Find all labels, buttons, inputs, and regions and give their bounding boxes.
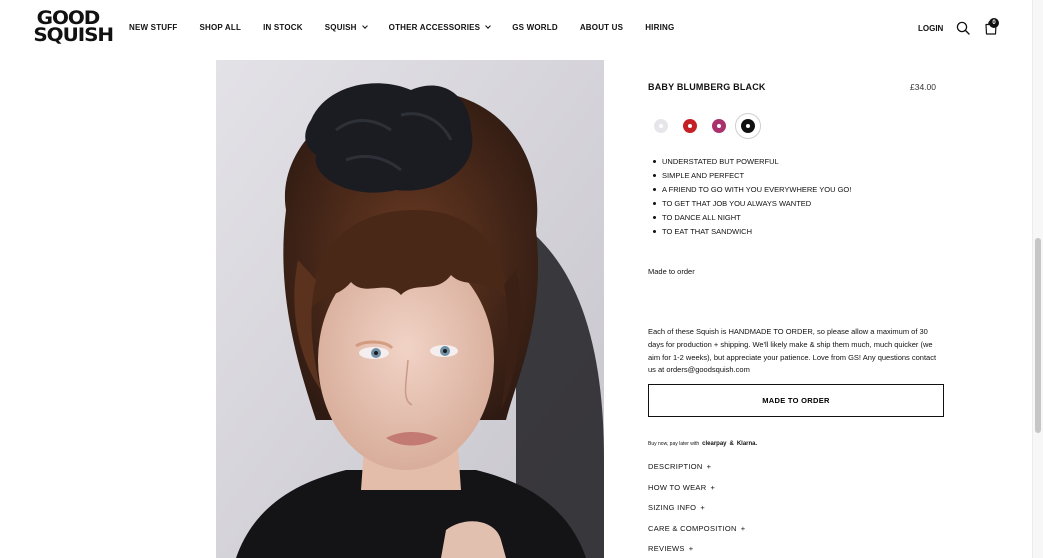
nav-label: GS WORLD [512,23,558,32]
nav-label: HIRING [645,23,675,32]
brand-logo[interactable]: GOOD SQUISH [33,9,114,46]
nav-item-about-us[interactable]: ABOUT US [580,23,623,32]
login-link[interactable]: LOGIN [918,24,943,33]
feature-list: UNDERSTATED BUT POWERFUL SIMPLE AND PERF… [652,155,851,239]
nav-label: IN STOCK [263,23,303,32]
feature-item: TO GET THAT JOB YOU ALWAYS WANTED [652,197,851,211]
logo-line-squish: SQUISH [33,24,114,46]
clearpay-logo: clearpay [702,441,727,447]
made-to-order-note: Made to order [648,267,695,276]
made-to-order-button[interactable]: MADE TO ORDER [648,384,944,417]
klarna-logo: Klarna. [736,441,758,447]
chevron-down-icon [485,23,492,29]
pay-later-info: Buy now, pay later with clearpay & Klarn… [648,441,757,447]
product-photo [216,60,604,558]
product-title: BABY BLUMBERG BLACK [648,82,766,92]
feature-item: UNDERSTATED BUT POWERFUL [652,155,851,169]
nav-label: ABOUT US [579,23,624,32]
feature-item: A FRIEND TO GO WITH YOU EVERYWHERE YOU G… [652,183,851,197]
nav-item-squish[interactable]: SQUISH [324,23,368,32]
nav-item-in-stock[interactable]: IN STOCK [263,23,303,32]
plus-icon: + [688,544,694,553]
feature-item: TO DANCE ALL NIGHT [652,211,851,225]
nav-item-shop-all[interactable]: SHOP ALL [199,23,241,32]
nav-label: NEW STUFF [129,23,178,32]
accordion-description[interactable]: DESCRIPTION + [648,462,745,483]
main-nav: NEW STUFF SHOP ALL IN STOCK SQUISH OTHER… [129,23,696,32]
color-swatches [648,113,764,139]
accordion-care-composition[interactable]: CARE & COMPOSITION + [648,524,745,545]
search-icon[interactable] [956,21,970,35]
swatch-black-selected[interactable] [735,113,761,139]
nav-item-gs-world[interactable]: GS WORLD [512,23,558,32]
nav-item-other-accessories[interactable]: OTHER ACCESSORIES [388,23,492,32]
nav-label: SHOP ALL [199,23,242,32]
accordion-label: HOW TO WEAR [648,482,707,492]
plus-icon: + [700,503,705,512]
feature-item: SIMPLE AND PERFECT [652,169,851,183]
nav-label: OTHER ACCESSORIES [388,23,481,32]
accordion-sizing-info[interactable]: SIZING INFO + [648,503,745,524]
accordion-how-to-wear[interactable]: HOW TO WEAR + [648,483,745,504]
scrollbar-thumb[interactable] [1035,238,1041,433]
nav-label: SQUISH [324,23,357,32]
swatch-color-dot [654,119,668,133]
swatch-color-dot [683,119,697,133]
plus-icon: + [710,482,716,492]
swatch-red[interactable] [677,113,703,139]
accordion-label: REVIEWS [648,544,685,553]
handmade-description: Each of these Squish is HANDMADE TO ORDE… [648,327,937,375]
swatch-pink[interactable] [706,113,732,139]
product-price: £34.00 [910,82,936,92]
nav-item-hiring[interactable]: HIRING [645,23,674,32]
site-header: GOOD SQUISH NEW STUFF SHOP ALL IN STOCK … [0,0,1032,58]
plus-icon: + [706,462,712,471]
model-wearing-scrunchie-image [216,60,604,558]
swatch-white[interactable] [648,113,674,139]
plus-icon: + [740,523,746,533]
accordion-label: SIZING INFO [648,503,697,512]
cart-count-badge: 0 [989,18,999,28]
page-scrollbar[interactable] [1032,0,1043,558]
chevron-down-icon [361,23,368,29]
feature-item: TO EAT THAT SANDWICH [652,225,851,239]
paylater-joiner: & [729,441,734,447]
nav-item-new-stuff[interactable]: NEW STUFF [129,23,177,32]
swatch-color-dot [712,119,726,133]
accordion-reviews[interactable]: REVIEWS + [648,544,745,558]
accordion-label: CARE & COMPOSITION [648,523,737,533]
swatch-color-dot [741,119,755,133]
accordion-label: DESCRIPTION [648,462,703,471]
product-accordion: DESCRIPTION + HOW TO WEAR + SIZING INFO + C… [648,462,745,558]
paylater-prefix: Buy now, pay later with [648,441,700,447]
